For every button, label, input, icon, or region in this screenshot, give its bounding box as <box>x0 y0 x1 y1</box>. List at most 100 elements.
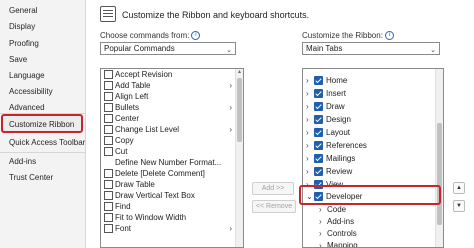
chevron-down-icon: ⌄ <box>430 47 436 54</box>
tab-label: References <box>326 141 367 150</box>
commands-list[interactable]: Accept Revision Add Table › Align Left Bu… <box>100 68 244 248</box>
customize-ribbon-value: Main Tabs <box>306 44 343 53</box>
chevron-right-icon[interactable]: › <box>319 216 322 227</box>
sidebar-item-language[interactable]: Language <box>9 71 45 80</box>
chevron-right-icon: › <box>229 224 232 233</box>
list-item[interactable]: Center <box>101 113 243 124</box>
tabs-scrollbar[interactable] <box>435 69 443 247</box>
table-icon <box>104 81 113 90</box>
customize-ribbon-label: Customize the Ribbon: i <box>302 31 394 40</box>
add-button[interactable]: Add >> <box>252 182 294 195</box>
checkbox-checked-icon[interactable] <box>314 167 323 176</box>
list-item[interactable]: Find <box>101 201 243 212</box>
tab-references[interactable]: › References <box>303 140 443 151</box>
sidebar-item-add-ins[interactable]: Add-ins <box>9 157 36 166</box>
group-controls[interactable]: › Controls <box>303 228 443 239</box>
commands-scrollbar[interactable]: ▲ <box>235 69 243 247</box>
list-item[interactable]: Draw Vertical Text Box <box>101 190 243 201</box>
checkbox-checked-icon[interactable] <box>314 115 323 124</box>
info-icon[interactable]: i <box>191 31 201 40</box>
sidebar-item-customize-ribbon[interactable]: Customize Ribbon <box>9 120 74 129</box>
chevron-right-icon[interactable]: › <box>306 101 309 112</box>
checkbox-checked-icon[interactable] <box>314 76 323 85</box>
checkbox-checked-icon[interactable] <box>314 154 323 163</box>
list-item-label: Cut <box>115 147 128 156</box>
group-mapping[interactable]: › Mapping <box>303 240 443 247</box>
ribbon-tabs-tree[interactable]: › Home › Insert › Draw › Design › Layout › Ref… <box>302 68 444 248</box>
list-item[interactable]: Cut <box>101 146 243 157</box>
sidebar-item-general[interactable]: General <box>9 6 37 15</box>
delete-comment-icon <box>104 169 113 178</box>
sidebar-item-advanced[interactable]: Advanced <box>9 103 45 112</box>
list-item[interactable]: Font › <box>101 223 243 234</box>
info-icon[interactable]: i <box>384 31 394 40</box>
chevron-right-icon[interactable]: › <box>306 166 309 177</box>
choose-commands-label: Choose commands from: i <box>100 31 201 40</box>
chevron-right-icon: › <box>229 103 232 112</box>
list-item[interactable]: Bullets › <box>101 102 243 113</box>
chevron-right-icon[interactable]: › <box>319 204 322 215</box>
tab-mailings[interactable]: › Mailings <box>303 153 443 164</box>
list-item[interactable]: Accept Revision <box>101 69 243 80</box>
list-item[interactable]: Align Left <box>101 91 243 102</box>
tab-layout[interactable]: › Layout <box>303 127 443 138</box>
find-icon <box>104 202 113 211</box>
list-item[interactable]: Draw Table <box>101 179 243 190</box>
move-down-button[interactable]: ▼ <box>453 200 465 212</box>
sidebar-item-accessibility[interactable]: Accessibility <box>9 87 53 96</box>
choose-commands-label-text: Choose commands from: <box>100 31 190 40</box>
developer-highlight <box>299 185 441 205</box>
list-item[interactable]: Copy <box>101 135 243 146</box>
list-item[interactable]: Define New Number Format... <box>101 157 243 168</box>
checkbox-checked-icon[interactable] <box>314 128 323 137</box>
tab-home[interactable]: › Home <box>303 75 443 86</box>
sidebar-item-quick-access-toolbar[interactable]: Quick Access Toolbar <box>9 138 85 147</box>
chevron-right-icon[interactable]: › <box>306 153 309 164</box>
chevron-right-icon[interactable]: › <box>306 88 309 99</box>
list-item-label: Fit to Window Width <box>115 213 187 222</box>
sidebar-item-proofing[interactable]: Proofing <box>9 39 39 48</box>
checkbox-checked-icon[interactable] <box>314 141 323 150</box>
sidebar-item-display[interactable]: Display <box>9 22 35 31</box>
sidebar-item-save[interactable]: Save <box>9 55 27 64</box>
scrollbar-thumb[interactable] <box>437 123 442 225</box>
chevron-right-icon[interactable]: › <box>306 75 309 86</box>
scroll-up-icon[interactable]: ▲ <box>236 69 243 76</box>
list-item[interactable]: Fit to Window Width <box>101 212 243 223</box>
tab-insert[interactable]: › Insert <box>303 88 443 99</box>
list-item[interactable]: Add Table › <box>101 80 243 91</box>
chevron-right-icon[interactable]: › <box>306 114 309 125</box>
group-label: Code <box>327 205 347 214</box>
checkbox-checked-icon[interactable] <box>314 89 323 98</box>
checkbox-checked-icon[interactable] <box>314 102 323 111</box>
group-code[interactable]: › Code <box>303 204 443 215</box>
sidebar-item-trust-center[interactable]: Trust Center <box>9 173 53 182</box>
nav-divider <box>0 152 85 153</box>
chevron-right-icon[interactable]: › <box>306 140 309 151</box>
tab-review[interactable]: › Review <box>303 166 443 177</box>
tab-design[interactable]: › Design <box>303 114 443 125</box>
chevron-right-icon[interactable]: › <box>319 228 322 239</box>
choose-commands-select[interactable]: Popular Commands ⌄ <box>100 42 236 55</box>
tab-label: Home <box>326 76 348 85</box>
list-item-label: Define New Number Format... <box>115 158 222 167</box>
list-item-label: Change List Level <box>115 125 180 134</box>
list-item[interactable]: Delete [Delete Comment] <box>101 168 243 179</box>
list-item-label: Find <box>115 202 131 211</box>
list-item-label: Draw Vertical Text Box <box>115 191 195 200</box>
customize-ribbon-panel: Customize the Ribbon and keyboard shortc… <box>86 0 474 248</box>
list-item[interactable]: Change List Level › <box>101 124 243 135</box>
text-box-icon <box>104 191 113 200</box>
move-up-button[interactable]: ▲ <box>453 182 465 194</box>
group-add-ins[interactable]: › Add-ins <box>303 216 443 227</box>
scrollbar-thumb[interactable] <box>237 78 242 142</box>
customize-ribbon-select[interactable]: Main Tabs ⌄ <box>302 42 440 55</box>
choose-commands-value: Popular Commands <box>104 44 175 53</box>
accept-revision-icon <box>104 70 113 79</box>
chevron-right-icon[interactable]: › <box>306 127 309 138</box>
remove-button[interactable]: << Remove <box>252 200 296 213</box>
group-label: Controls <box>327 229 357 238</box>
align-left-icon <box>104 92 113 101</box>
tab-draw[interactable]: › Draw <box>303 101 443 112</box>
chevron-right-icon[interactable]: › <box>319 240 322 247</box>
